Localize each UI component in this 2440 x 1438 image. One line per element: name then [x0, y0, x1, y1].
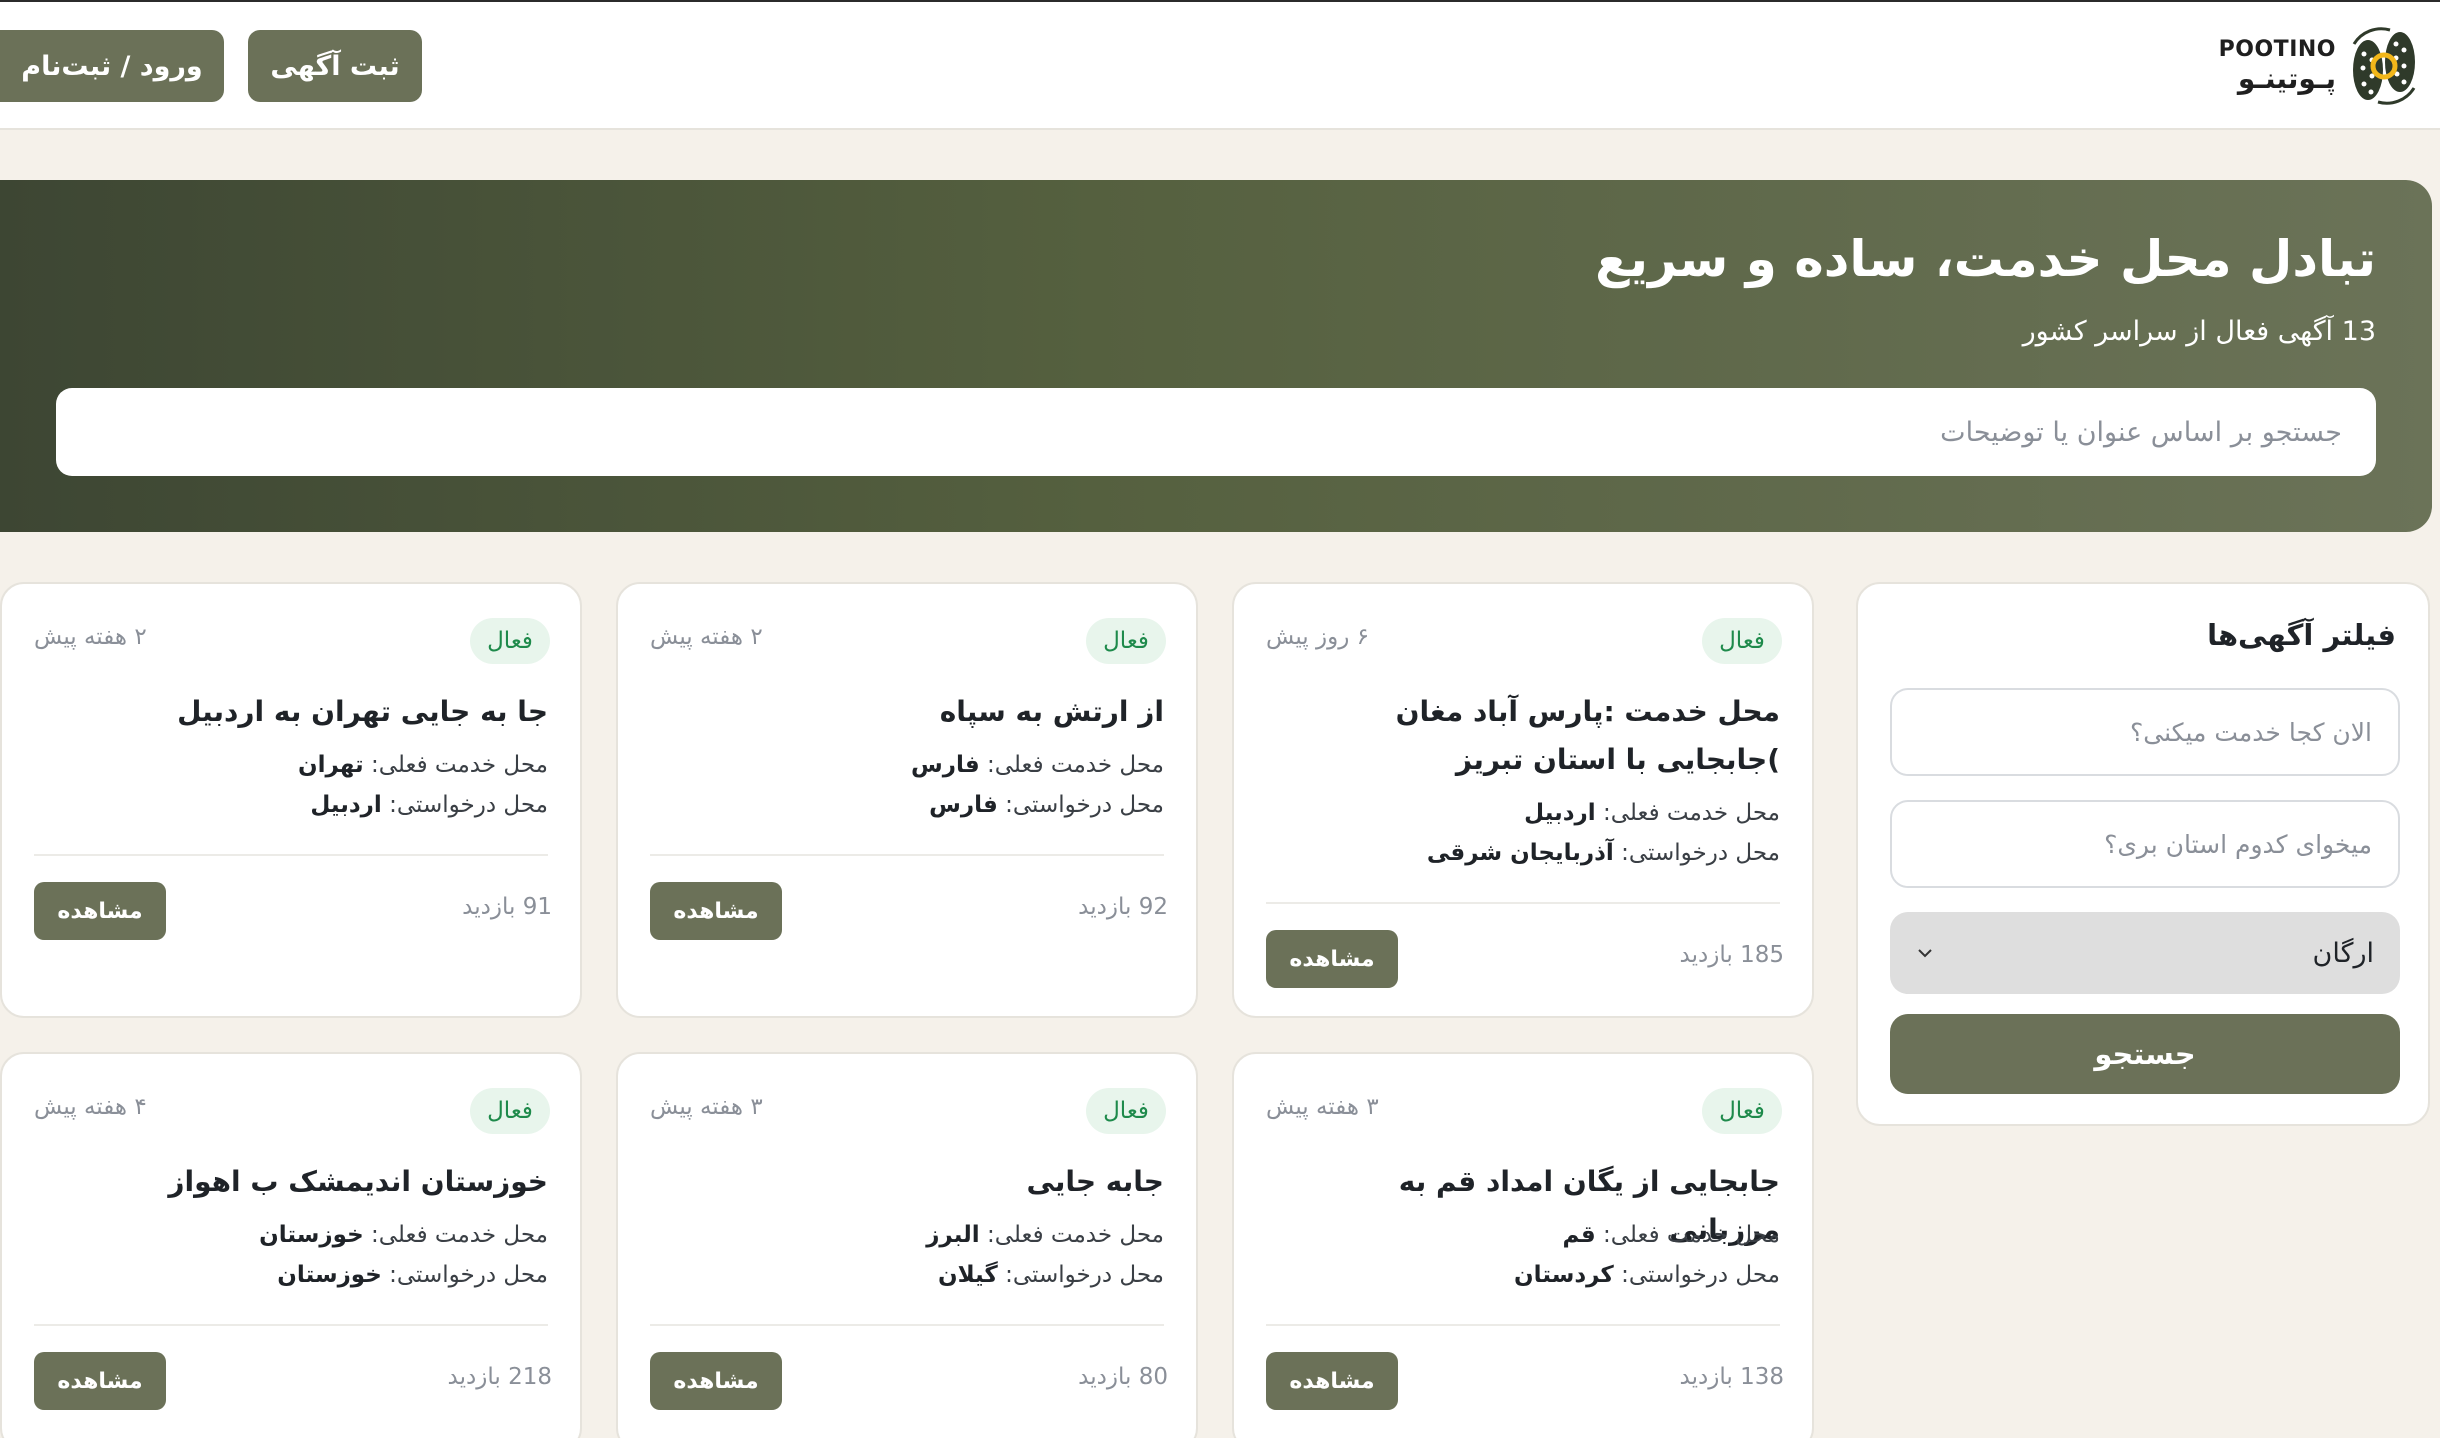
filter-panel: فیلتر آگهی‌ها ارگان جستجو	[1856, 582, 2430, 1126]
posted-time: ۴ هفته پیش	[34, 1094, 147, 1120]
ad-card: فعال ۴ هفته پیش خوزستان اندیمشک ب اهواز …	[0, 1052, 582, 1438]
view-ad-button[interactable]: مشاهده	[650, 1352, 782, 1410]
ad-card: فعال ۳ هفته پیش جابجایی از یگان امداد قم…	[1232, 1052, 1814, 1438]
post-ad-button[interactable]: ثبت آگهی	[248, 30, 422, 102]
posted-time: ۲ هفته پیش	[34, 624, 147, 650]
card-divider	[650, 1324, 1164, 1326]
view-ad-button[interactable]: مشاهده	[34, 882, 166, 940]
ad-title[interactable]: محل خدمت :پارس آباد مغان )جابجایی با است…	[1280, 688, 1780, 784]
logo-text-fa: پـوتینـو	[2237, 62, 2336, 95]
view-ad-button[interactable]: مشاهده	[34, 1352, 166, 1410]
status-badge: فعال	[1086, 618, 1166, 664]
view-ad-button[interactable]: مشاهده	[1266, 1352, 1398, 1410]
view-count: 80 بازدید	[1078, 1364, 1168, 1390]
view-count: 92 بازدید	[1078, 894, 1168, 920]
ad-card: فعال ۶ روز پیش محل خدمت :پارس آباد مغان …	[1232, 582, 1814, 1018]
ad-title[interactable]: جا به جایی تهران به اردبیل	[48, 688, 548, 736]
desired-location: محل درخواستی: خوزستان	[277, 1262, 548, 1288]
chevron-down-icon	[1918, 949, 1932, 958]
desired-location: محل درخواستی: اردبیل	[310, 792, 548, 818]
active-ads-count: 13 آگهی فعال از سراسر کشور	[2022, 316, 2376, 347]
logo-text-en: POOTINO	[2218, 37, 2336, 62]
posted-time: ۲ هفته پیش	[650, 624, 763, 650]
search-input[interactable]	[56, 388, 2376, 476]
hero-banner: تبادل محل خدمت، ساده و سریع 13 آگهی فعال…	[0, 180, 2432, 532]
ad-card: فعال ۳ هفته پیش جابه جایی محل خدمت فعلی:…	[616, 1052, 1198, 1438]
desired-location: محل درخواستی: آذربایجان شرقی	[1426, 840, 1780, 866]
status-badge: فعال	[1702, 1088, 1782, 1134]
view-count: 218 بازدید	[447, 1364, 552, 1390]
status-badge: فعال	[470, 1088, 550, 1134]
current-location: محل خدمت فعلی: فارس	[910, 752, 1164, 778]
ad-title[interactable]: جابه جایی	[664, 1158, 1164, 1206]
view-count: 91 بازدید	[462, 894, 552, 920]
card-divider	[34, 1324, 548, 1326]
ad-card: فعال ۲ هفته پیش از ارتش به سپاه محل خدمت…	[616, 582, 1198, 1018]
card-divider	[34, 854, 548, 856]
filter-title: فیلتر آگهی‌ها	[2207, 618, 2396, 652]
current-location: محل خدمت فعلی: قم	[1562, 1222, 1780, 1248]
desired-location: محل درخواستی: گیلان	[937, 1262, 1164, 1288]
view-ad-button[interactable]: مشاهده	[1266, 930, 1398, 988]
current-location-input[interactable]	[1890, 688, 2400, 776]
ad-title[interactable]: خوزستان اندیمشک ب اهواز	[48, 1158, 548, 1206]
view-ad-button[interactable]: مشاهده	[650, 882, 782, 940]
current-location: محل خدمت فعلی: خوزستان	[259, 1222, 548, 1248]
current-location: محل خدمت فعلی: تهران	[298, 752, 548, 778]
desired-location: محل درخواستی: کردستان	[1514, 1262, 1780, 1288]
desired-location: محل درخواستی: فارس	[929, 792, 1164, 818]
card-divider	[1266, 902, 1780, 904]
organization-select[interactable]: ارگان	[1890, 912, 2400, 994]
status-badge: فعال	[470, 618, 550, 664]
site-header: ورود / ثبت‌نام ثبت آگهی POOTINO پـوتینـو	[0, 2, 2440, 130]
card-divider	[650, 854, 1164, 856]
ad-title[interactable]: از ارتش به سپاه	[664, 688, 1164, 736]
site-logo[interactable]: POOTINO پـوتینـو	[2219, 24, 2422, 108]
hero-title: تبادل محل خدمت، ساده و سریع	[1595, 230, 2376, 288]
status-badge: فعال	[1086, 1088, 1166, 1134]
view-count: 138 بازدید	[1679, 1364, 1784, 1390]
posted-time: ۳ هفته پیش	[650, 1094, 763, 1120]
current-location: محل خدمت فعلی: البرز	[926, 1222, 1164, 1248]
filter-search-button[interactable]: جستجو	[1890, 1014, 2400, 1094]
organization-select-value: ارگان	[2312, 937, 2374, 969]
posted-time: ۶ روز پیش	[1266, 624, 1369, 650]
ad-card: فعال ۲ هفته پیش جا به جایی تهران به اردب…	[0, 582, 582, 1018]
view-count: 185 بازدید	[1679, 942, 1784, 968]
card-divider	[1266, 1324, 1780, 1326]
current-location: محل خدمت فعلی: اردبیل	[1524, 800, 1780, 826]
status-badge: فعال	[1702, 618, 1782, 664]
login-register-button[interactable]: ورود / ثبت‌نام	[0, 30, 224, 102]
posted-time: ۳ هفته پیش	[1266, 1094, 1379, 1120]
boots-swap-icon	[2352, 27, 2416, 105]
desired-province-input[interactable]	[1890, 800, 2400, 888]
